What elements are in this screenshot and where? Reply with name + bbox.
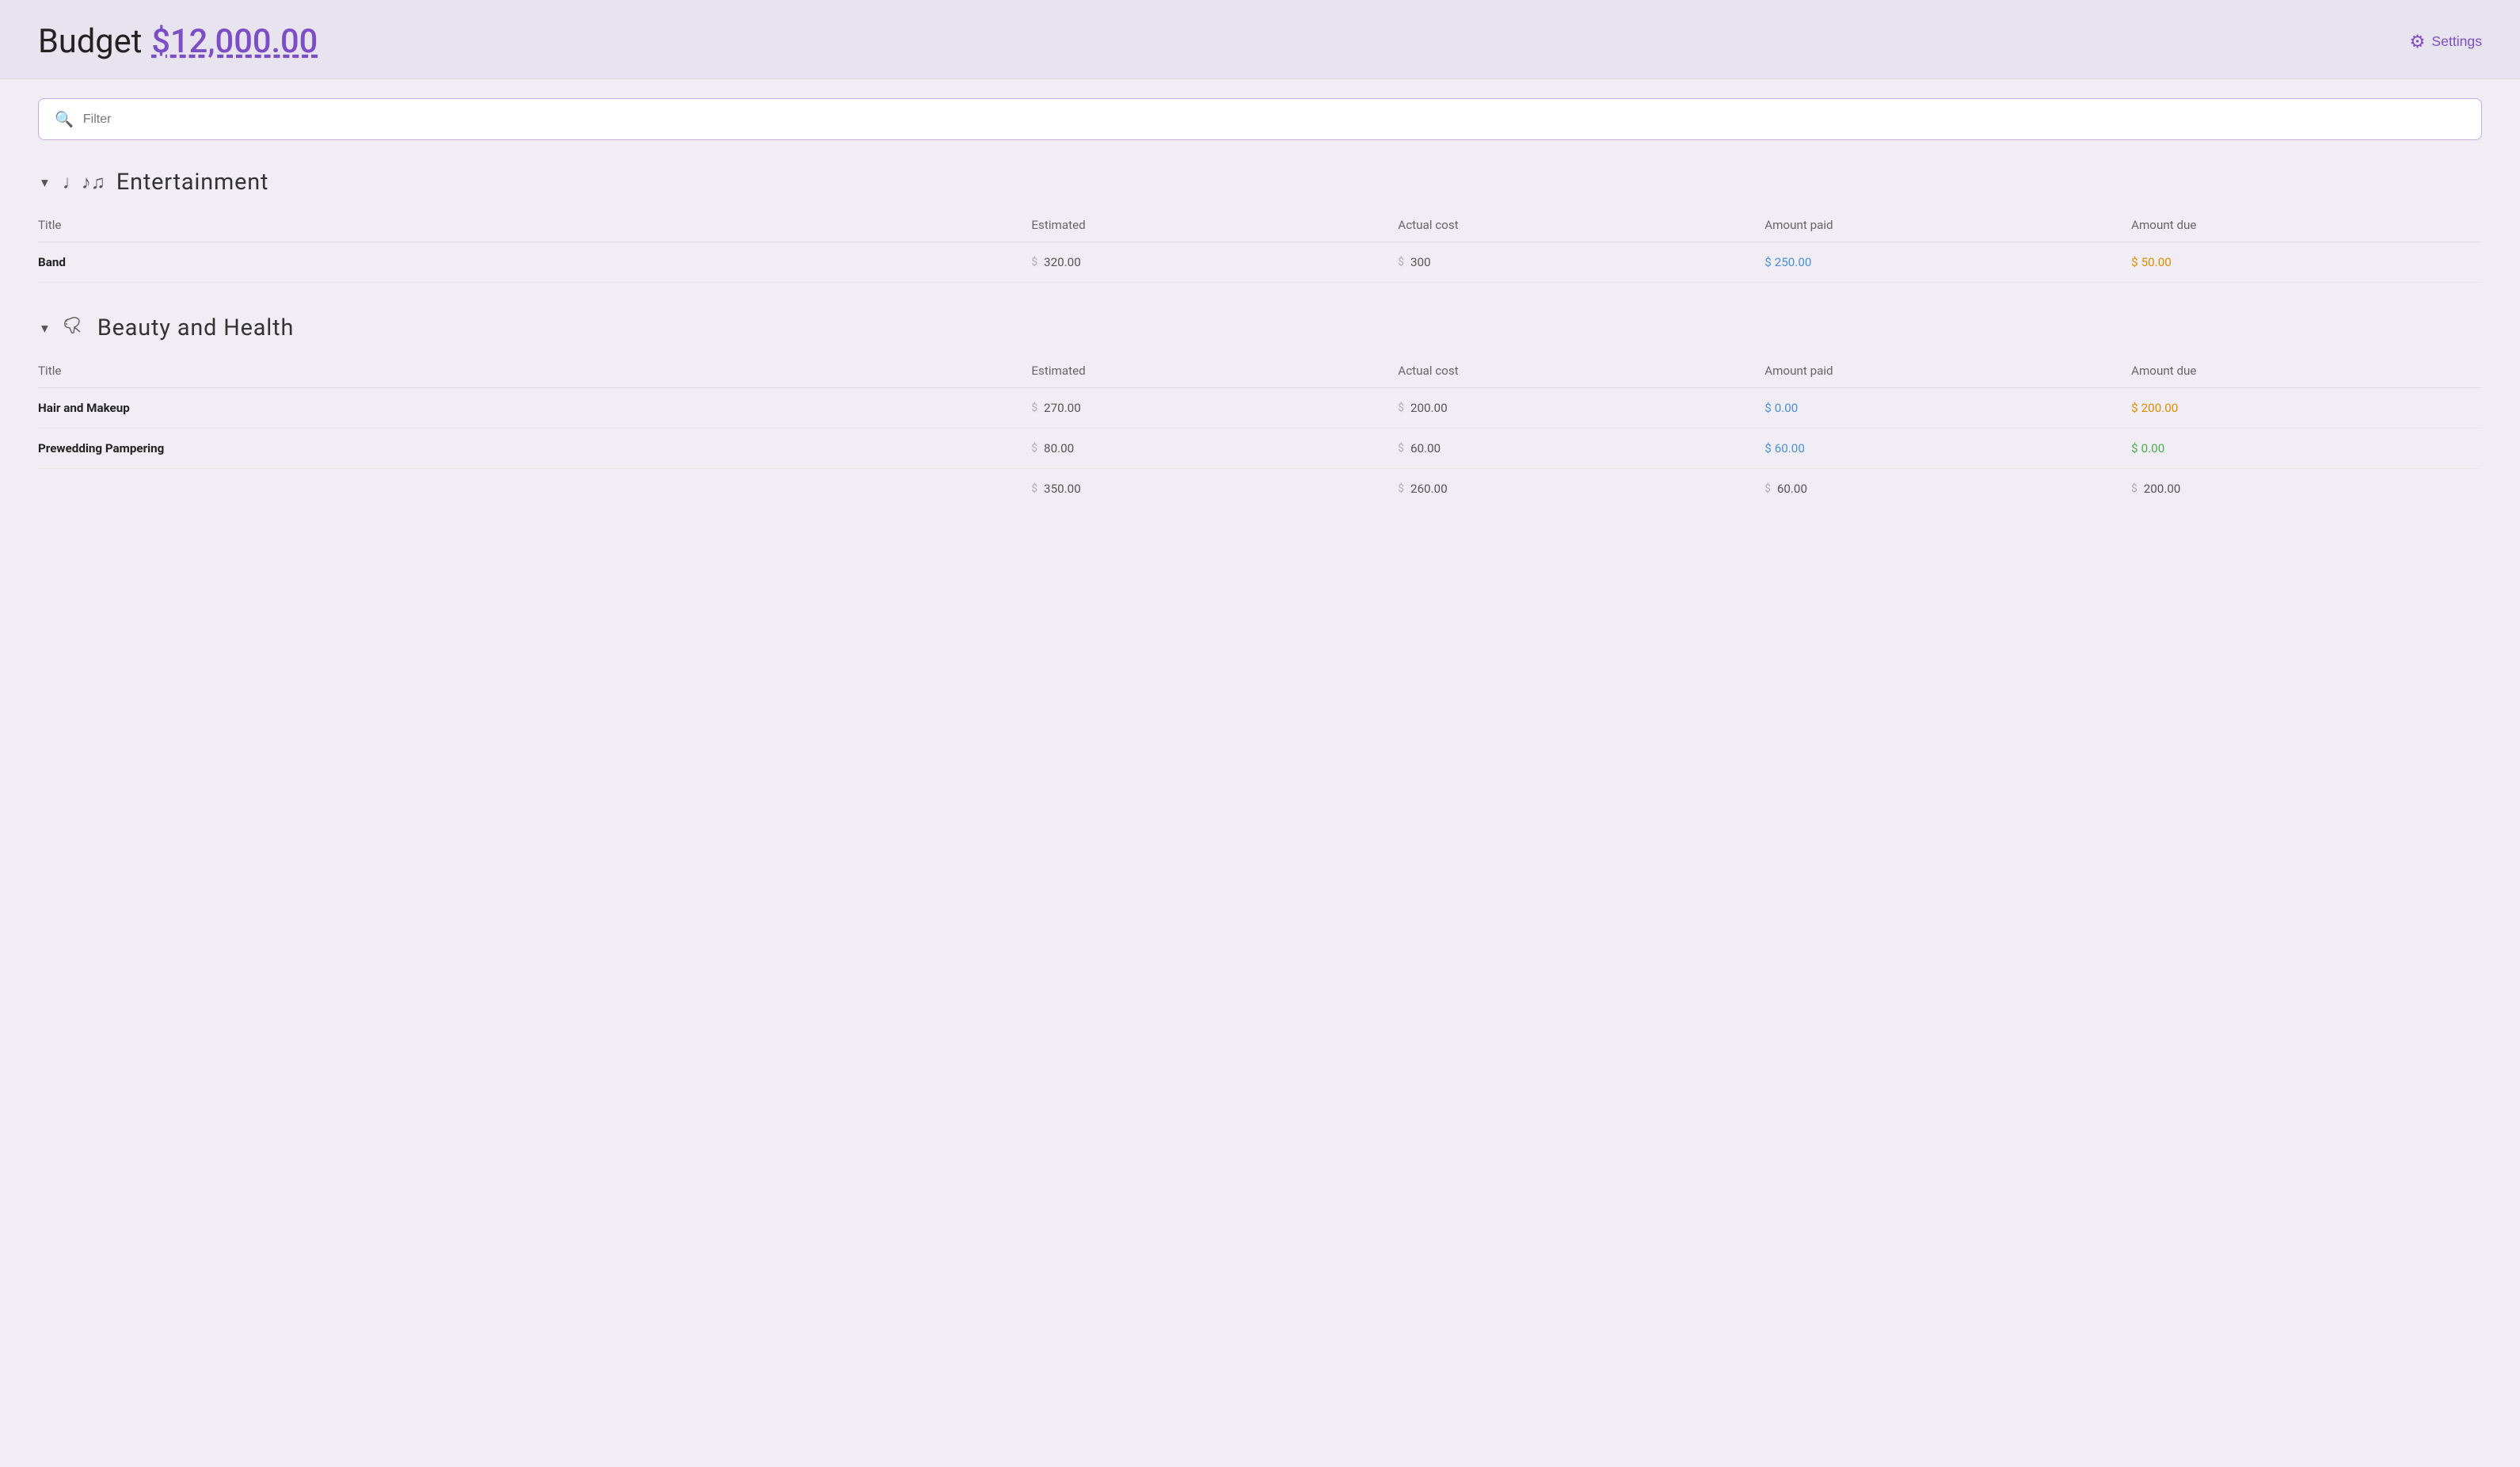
- col-header-actual: Actual cost: [1382, 357, 1749, 388]
- beauty-title: Beauty and Health: [97, 314, 294, 341]
- search-icon: 🔍: [55, 110, 74, 128]
- col-header-title: Title: [38, 211, 1015, 242]
- totals-actual: $ 260.00: [1382, 469, 1749, 509]
- settings-button[interactable]: ⚙ Settings: [2409, 32, 2482, 52]
- item-actual: $ 60.00: [1382, 429, 1749, 469]
- col-header-due: Amount due: [2115, 357, 2482, 388]
- totals-paid: $ 60.00: [1749, 469, 2115, 509]
- main-content: 🔍 ▾ ♩♪♫ Entertainment Title Estimated Ac…: [0, 79, 2520, 559]
- item-title: Hair and Makeup: [38, 388, 1015, 429]
- settings-label: Settings: [2431, 33, 2482, 50]
- dollar-sign-icon: $: [1764, 441, 1772, 455]
- hairdryer-icon: [63, 314, 86, 341]
- beauty-collapse-button[interactable]: ▾: [38, 317, 51, 340]
- totals-empty: [38, 469, 1015, 509]
- budget-amount[interactable]: $12,000.00: [151, 22, 318, 61]
- dollar-sign-icon: $: [1764, 401, 1772, 415]
- dollar-sign-icon: $: [1031, 442, 1037, 455]
- totals-row: $ 350.00 $ 260.00 $ 60.00: [38, 469, 2482, 509]
- item-title: Prewedding Pampering: [38, 429, 1015, 469]
- dollar-sign-icon: $: [2131, 255, 2138, 269]
- col-header-paid: Amount paid: [1749, 211, 2115, 242]
- dollar-sign-icon: $: [1764, 482, 1771, 495]
- entertainment-title: Entertainment: [116, 169, 269, 196]
- beauty-section: ▾ Beauty and Health Title Estimated Actu…: [38, 314, 2482, 509]
- col-header-estimated: Estimated: [1015, 211, 1382, 242]
- dollar-sign-icon: $: [1764, 255, 1772, 269]
- dollar-sign-icon: $: [1398, 442, 1404, 455]
- budget-title: Budget $12,000.00: [38, 22, 318, 61]
- dollar-sign-icon: $: [1398, 482, 1404, 495]
- item-actual: $ 200.00: [1382, 388, 1749, 429]
- music-icon: ♩♪♫: [63, 171, 105, 194]
- col-header-title: Title: [38, 357, 1015, 388]
- page-header: Budget $12,000.00 ⚙ Settings: [0, 0, 2520, 79]
- dollar-sign-icon: $: [1398, 256, 1404, 269]
- table-row: Band $ 320.00 $ 300: [38, 242, 2482, 283]
- table-row: Prewedding Pampering $ 80.00 $ 60.00: [38, 429, 2482, 469]
- col-header-estimated: Estimated: [1015, 357, 1382, 388]
- beauty-header: ▾ Beauty and Health: [38, 314, 2482, 341]
- col-header-actual: Actual cost: [1382, 211, 1749, 242]
- dollar-sign-icon: $: [1031, 482, 1037, 495]
- item-actual: $ 300: [1382, 242, 1749, 283]
- entertainment-header: ▾ ♩♪♫ Entertainment: [38, 169, 2482, 196]
- item-estimated: $ 80.00: [1015, 429, 1382, 469]
- item-paid: $ 250.00: [1749, 242, 2115, 283]
- item-due: $ 50.00: [2115, 242, 2482, 283]
- beauty-table: Title Estimated Actual cost Amount paid …: [38, 357, 2482, 509]
- col-header-paid: Amount paid: [1749, 357, 2115, 388]
- totals-due: $ 200.00: [2115, 469, 2482, 509]
- totals-estimated: $ 350.00: [1015, 469, 1382, 509]
- dollar-sign-icon: $: [2131, 482, 2137, 495]
- dollar-sign-icon: $: [2131, 441, 2138, 455]
- entertainment-table: Title Estimated Actual cost Amount paid …: [38, 211, 2482, 283]
- item-due: $ 200.00: [2115, 388, 2482, 429]
- item-due: $ 0.00: [2115, 429, 2482, 469]
- filter-container: 🔍: [38, 98, 2482, 140]
- gear-icon: ⚙: [2409, 32, 2425, 52]
- table-row: Hair and Makeup $ 270.00 $ 200.00: [38, 388, 2482, 429]
- item-estimated: $ 320.00: [1015, 242, 1382, 283]
- item-paid: $ 60.00: [1749, 429, 2115, 469]
- entertainment-collapse-button[interactable]: ▾: [38, 171, 51, 194]
- dollar-sign-icon: $: [1398, 402, 1404, 414]
- col-header-due: Amount due: [2115, 211, 2482, 242]
- dollar-sign-icon: $: [1031, 256, 1037, 269]
- dollar-sign-icon: $: [2131, 401, 2138, 415]
- budget-label: Budget: [38, 22, 142, 61]
- item-estimated: $ 270.00: [1015, 388, 1382, 429]
- dollar-sign-icon: $: [1031, 402, 1037, 414]
- item-title: Band: [38, 242, 1015, 283]
- entertainment-section: ▾ ♩♪♫ Entertainment Title Estimated Actu…: [38, 169, 2482, 283]
- item-paid: $ 0.00: [1749, 388, 2115, 429]
- filter-input[interactable]: [83, 112, 2465, 127]
